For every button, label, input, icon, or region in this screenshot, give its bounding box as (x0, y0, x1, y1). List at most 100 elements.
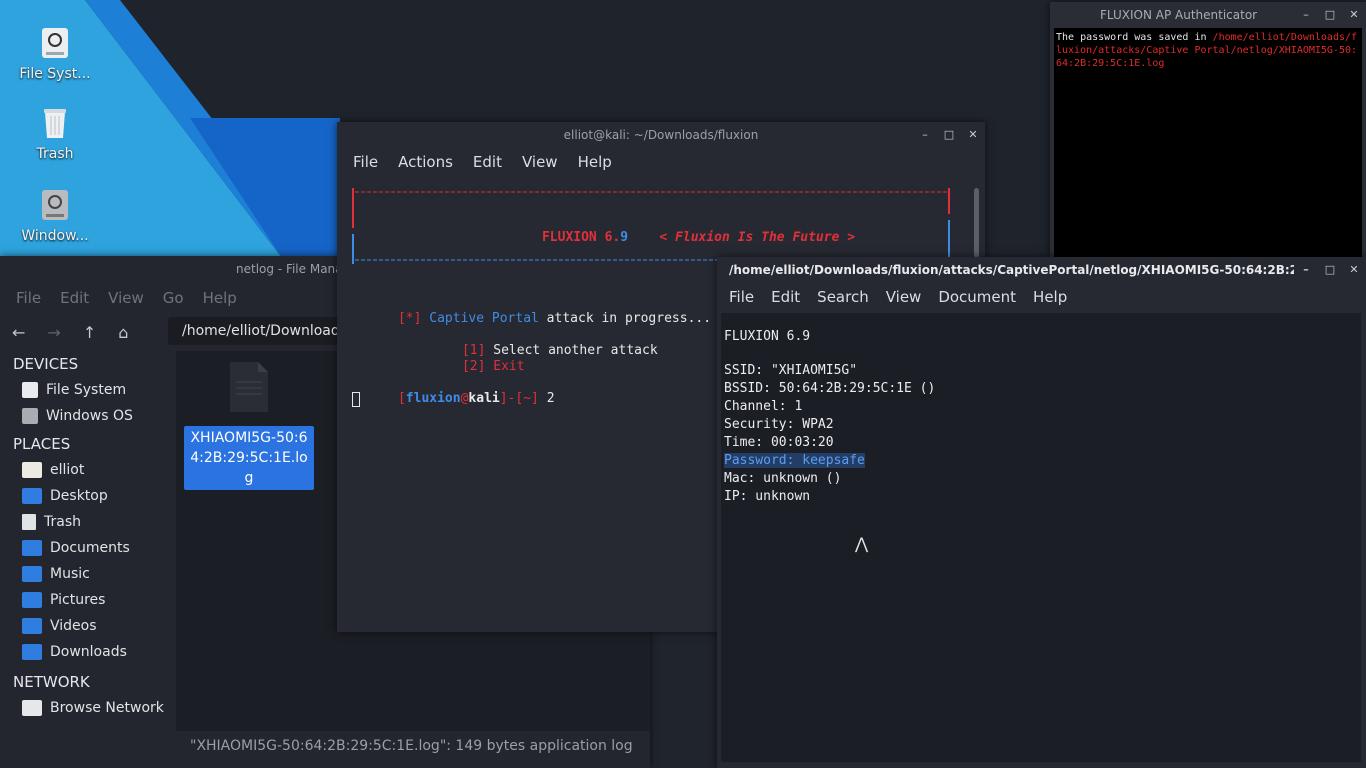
documents-folder-icon (22, 540, 42, 556)
drive-icon (42, 28, 68, 58)
trash-icon (44, 109, 66, 138)
close-icon[interactable]: ✕ (967, 128, 979, 142)
menu-view[interactable]: View (886, 288, 922, 306)
sidebar-item-label: File System (46, 382, 127, 398)
window-controls: – □ ✕ (1294, 257, 1360, 283)
window-title: FLUXION AP Authenticator (1100, 8, 1258, 22)
sidebar-item-pictures[interactable]: Pictures (0, 587, 175, 613)
authenticator-output[interactable]: The password was saved in /home/elliot/D… (1054, 28, 1362, 257)
banner-version-number: 9 (620, 230, 629, 245)
prompt-user: fluxion (405, 391, 461, 406)
drive-icon (42, 190, 68, 220)
pictures-folder-icon (22, 592, 42, 608)
sidebar-item-trash[interactable]: Trash (0, 509, 175, 535)
music-folder-icon (22, 566, 42, 582)
sidebar-item-label: Desktop (50, 488, 108, 504)
authenticator-window: FLUXION AP Authenticator – □ ✕ The passw… (1050, 2, 1366, 257)
videos-folder-icon (22, 618, 42, 634)
drive-icon (22, 408, 38, 424)
sidebar-item-music[interactable]: Music (0, 561, 175, 587)
menu-edit[interactable]: Edit (473, 153, 502, 171)
text-line: Mac: unknown () (724, 471, 842, 486)
sidebar-item-label: Videos (50, 618, 97, 634)
home-icon[interactable]: ⌂ (118, 323, 128, 342)
text-line-selected: Password: keepsafe (724, 453, 865, 468)
menu-file[interactable]: File (729, 288, 754, 306)
location-path: /home/elliot/Downloads/fluxion/attacks/C… (182, 323, 348, 339)
sidebar-item-videos[interactable]: Videos (0, 613, 175, 639)
sidebar-item-label: Pictures (50, 592, 106, 608)
maximize-icon[interactable]: □ (1324, 263, 1336, 277)
text-editor-titlebar[interactable]: /home/elliot/Downloads/fluxion/attacks/C… (717, 257, 1366, 283)
terminal-menubar: File Actions Edit View Help (337, 148, 985, 176)
location-bar[interactable]: /home/elliot/Downloads/fluxion/attacks/C… (168, 317, 348, 345)
maximize-icon[interactable]: □ (943, 128, 955, 142)
sidebar-item-desktop[interactable]: Desktop (0, 483, 175, 509)
forward-icon[interactable]: → (47, 323, 60, 342)
status-text: attack in progress... (538, 311, 712, 326)
network-icon (22, 700, 42, 716)
desktop-icon-trash[interactable]: Trash (10, 106, 100, 162)
file-item-label: XHIAOMI5G-50:64:2B:29:5C:1E.log (184, 426, 314, 490)
menu-view[interactable]: View (522, 153, 558, 171)
desktop-icon-file-system[interactable]: File Syst... (10, 26, 100, 82)
menu-edit[interactable]: Edit (771, 288, 800, 306)
sidebar-item-label: Documents (50, 540, 130, 556)
menu-view[interactable]: View (108, 289, 144, 307)
trash-icon (22, 514, 36, 530)
maximize-icon[interactable]: □ (1324, 8, 1336, 22)
sidebar-item-windows-os[interactable]: Windows OS (0, 403, 175, 429)
menu-help[interactable]: Help (203, 289, 237, 307)
sidebar-item-browse-network[interactable]: Browse Network (0, 695, 175, 721)
auth-message: The password was saved in (1056, 32, 1213, 43)
sidebar-item-documents[interactable]: Documents (0, 535, 175, 561)
minimize-icon[interactable]: – (1300, 263, 1312, 277)
terminal-titlebar[interactable]: elliot@kali: ~/Downloads/fluxion – □ ✕ (337, 122, 985, 148)
sidebar-item-label: Downloads (50, 644, 127, 660)
close-icon[interactable]: ✕ (1348, 8, 1360, 22)
back-icon[interactable]: ← (12, 323, 25, 342)
option-text: Exit (485, 359, 525, 374)
menu-file[interactable]: File (353, 153, 378, 171)
sidebar-heading-places: PLACES (13, 435, 71, 453)
terminal-scrollbar[interactable] (974, 188, 979, 258)
banner-tagline: < Fluxion Is The Future > (659, 230, 856, 245)
menu-search[interactable]: Search (817, 288, 869, 306)
sidebar-item-downloads[interactable]: Downloads (0, 639, 175, 665)
text-editor-menubar: File Edit Search View Document Help (717, 283, 1366, 311)
menu-edit[interactable]: Edit (60, 289, 89, 307)
file-manager-sidebar: DEVICES File System Windows OS PLACES el… (0, 351, 175, 746)
home-folder-icon (22, 462, 42, 478)
up-icon[interactable]: ↑ (83, 323, 96, 342)
desktop-icon-windows[interactable]: Window... (10, 188, 100, 244)
menu-actions[interactable]: Actions (398, 153, 453, 171)
file-item[interactable]: XHIAOMI5G-50:64:2B:29:5C:1E.log (184, 360, 314, 490)
prompt-input: 2 (538, 391, 555, 406)
minimize-icon[interactable]: – (919, 128, 931, 142)
menu-go[interactable]: Go (163, 289, 184, 307)
document-icon (230, 362, 268, 412)
text-line: FLUXION 6.9 (724, 329, 811, 344)
sidebar-item-label: Windows OS (46, 408, 133, 424)
menu-help[interactable]: Help (1033, 288, 1067, 306)
menu-file[interactable]: File (16, 289, 41, 307)
minimize-icon[interactable]: – (1300, 8, 1312, 22)
sidebar-item-file-system[interactable]: File System (0, 377, 175, 403)
desktop-folder-icon (22, 488, 42, 504)
sidebar-heading-devices: DEVICES (13, 355, 79, 373)
downloads-folder-icon (22, 644, 42, 660)
desktop-icon-label: Window... (21, 228, 89, 244)
sidebar-item-label: Browse Network (50, 700, 164, 716)
text-editor-content[interactable]: FLUXION 6.9 SSID: "XHIAOMI5G" BSSID: 50:… (721, 313, 1361, 762)
menu-document[interactable]: Document (938, 288, 1016, 306)
window-controls: – □ ✕ (919, 122, 979, 148)
sidebar-heading-network: NETWORK (13, 673, 90, 691)
authenticator-titlebar[interactable]: FLUXION AP Authenticator – □ ✕ (1050, 2, 1366, 28)
close-icon[interactable]: ✕ (1348, 263, 1360, 277)
menu-help[interactable]: Help (578, 153, 612, 171)
option-number: [2] (461, 359, 486, 374)
text-line: SSID: "XHIAOMI5G" (724, 363, 858, 378)
status-bar: "XHIAOMI5G-50:64:2B:29:5C:1E.log": 149 b… (190, 738, 633, 754)
sidebar-item-elliot[interactable]: elliot (0, 457, 175, 483)
status-mark: [*] (397, 311, 422, 326)
